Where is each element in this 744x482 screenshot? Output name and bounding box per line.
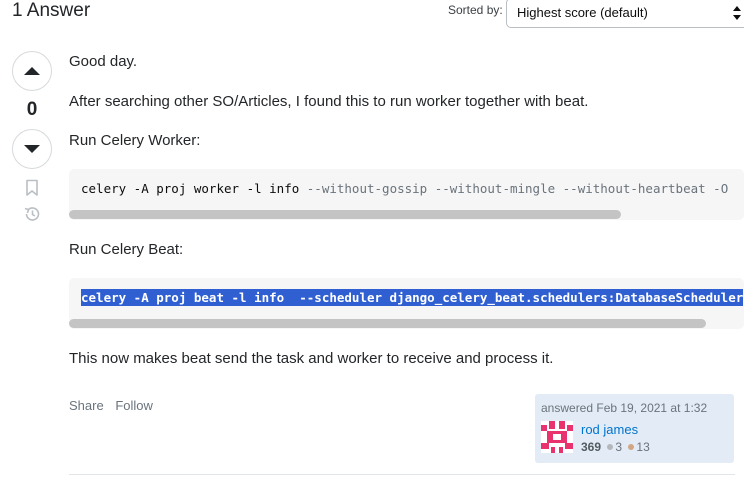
code-block-beat[interactable]: celery -A proj beat -l info --scheduler … bbox=[69, 278, 744, 329]
answer-paragraph: Good day. bbox=[69, 53, 138, 70]
answer-paragraph: After searching other SO/Articles, I fou… bbox=[69, 93, 589, 110]
code-flags: --without-gossip --without-mingle --with… bbox=[306, 181, 729, 196]
bookmark-button[interactable] bbox=[12, 175, 52, 201]
upvote-button[interactable] bbox=[12, 51, 52, 91]
bronze-badge-icon bbox=[628, 444, 635, 451]
answers-count: 1 Answer bbox=[12, 0, 91, 21]
code-block-worker[interactable]: celery -A proj worker -l info --without-… bbox=[69, 169, 744, 220]
bookmark-icon bbox=[26, 179, 38, 196]
follow-link[interactable]: Follow bbox=[115, 398, 153, 413]
user-name-link[interactable]: rod james bbox=[581, 422, 638, 437]
identicon-avatar-icon bbox=[541, 421, 573, 453]
answer-paragraph: This now makes beat send the task and wo… bbox=[69, 350, 554, 367]
horizontal-scrollbar[interactable] bbox=[69, 319, 706, 328]
downvote-button[interactable] bbox=[12, 129, 52, 169]
horizontal-scrollbar[interactable] bbox=[69, 210, 621, 219]
arrow-down-icon bbox=[24, 145, 40, 153]
user-reputation: 369 3 13 bbox=[581, 440, 650, 454]
user-signature-card: answered Feb 19, 2021 at 1:32 rod james … bbox=[535, 394, 734, 463]
sort-select[interactable]: Highest score (default) bbox=[506, 0, 744, 28]
divider bbox=[69, 474, 735, 475]
answers-header: 1 Answer Sorted by: Highest score (defau… bbox=[12, 0, 744, 32]
answer-paragraph: Run Celery Beat: bbox=[69, 241, 184, 258]
silver-badge-icon bbox=[607, 444, 614, 451]
sort-label: Sorted by: bbox=[448, 3, 503, 17]
arrow-up-icon bbox=[24, 67, 40, 75]
select-arrows-icon bbox=[733, 4, 741, 22]
code-command: celery -A proj worker -l info bbox=[81, 181, 307, 196]
answered-time: answered Feb 19, 2021 at 1:32 bbox=[541, 401, 708, 415]
history-icon bbox=[24, 207, 40, 221]
answer-paragraph: Run Celery Worker: bbox=[69, 132, 201, 149]
silver-badge-count: 3 bbox=[615, 440, 623, 454]
vote-column: 0 bbox=[12, 51, 52, 227]
code-line-selected: celery -A proj beat -l info --scheduler … bbox=[81, 289, 744, 306]
activity-history-button[interactable] bbox=[12, 201, 52, 227]
avatar[interactable] bbox=[541, 421, 573, 453]
share-link[interactable]: Share bbox=[69, 398, 104, 413]
reputation-score: 369 bbox=[581, 440, 602, 454]
sort-select-value: Highest score (default) bbox=[517, 5, 648, 20]
code-line: celery -A proj worker -l info --without-… bbox=[81, 180, 728, 197]
bronze-badge-count: 13 bbox=[636, 440, 650, 454]
vote-count: 0 bbox=[26, 99, 38, 120]
post-actions: Share Follow bbox=[69, 398, 161, 413]
